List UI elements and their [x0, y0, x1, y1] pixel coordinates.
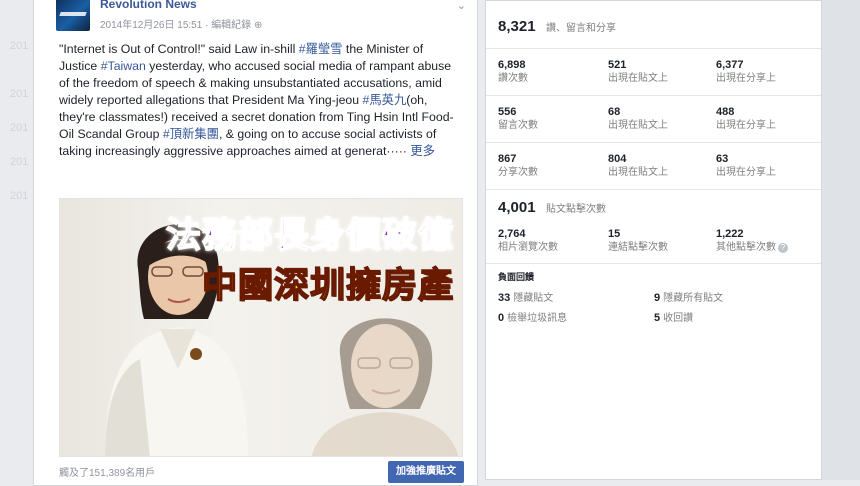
stat-label: 出現在分享上 [716, 73, 776, 84]
photo-views: 2,764 相片瀏覽次數 [498, 228, 598, 254]
hashtag-link[interactable]: #羅瑩雪 [299, 42, 343, 56]
hashtag-link[interactable]: #頂新集團 [163, 127, 219, 141]
background-year-label: 201 [10, 122, 29, 134]
stat-label: 檢舉垃圾訊息 [507, 313, 568, 324]
stat-value: 6,377 [716, 59, 744, 71]
right-gutter [822, 0, 860, 480]
see-more-link[interactable]: 更多 [410, 144, 435, 158]
stat-label: 連結點擊次數 [608, 242, 668, 253]
stat-value: 488 [716, 106, 735, 118]
shares-on-post: 804 出現在貼文上 [608, 153, 708, 179]
stat-value: 1,222 [716, 228, 744, 240]
comments-on-shares: 488 出現在分享上 [716, 106, 816, 132]
stat-value: 33 [498, 292, 511, 304]
link-clicks: 15 連結點擊次數 [608, 228, 708, 254]
stat-value: 521 [608, 59, 627, 71]
help-icon[interactable]: ? [778, 243, 788, 253]
chevron-down-icon[interactable]: ⌄ [457, 0, 466, 12]
stat-value: 5 [654, 312, 661, 324]
post-photo[interactable]: 法務部長身價破億 中國深圳擁房產 [59, 198, 463, 457]
background-year-label: 201 [10, 88, 29, 100]
stat-value: 6,898 [498, 59, 526, 71]
stat-value: 2,764 [498, 228, 526, 240]
stat-label: 出現在分享上 [716, 120, 776, 131]
unlike-page-stat: 5 收回讚 [654, 309, 693, 324]
divider [486, 95, 821, 96]
other-clicks: 1,222 其他點擊次數? [716, 228, 816, 254]
stat-value: 0 [498, 312, 505, 324]
shares-total: 867 分享次數 [498, 153, 598, 179]
comments-total: 556 留言次數 [498, 106, 598, 132]
divider [486, 142, 821, 143]
stat-label: 出現在貼文上 [608, 167, 668, 178]
post-clicks-value: 4,001 [498, 199, 536, 216]
background-year-label: 201 [10, 190, 29, 202]
stat-label: 隱藏所有貼文 [663, 293, 724, 304]
negative-feedback-title: 負面回饋 [498, 272, 535, 282]
likes-on-shares: 6,377 出現在分享上 [716, 59, 816, 85]
likes-total: 6,898 讚次數 [498, 59, 598, 85]
stat-label: 隱藏貼文 [513, 293, 554, 304]
photo-person-faded [311, 318, 459, 456]
report-spam-stat: 0 檢舉垃圾訊息 [498, 309, 567, 324]
divider [486, 48, 821, 49]
stat-label: 分享次數 [498, 167, 538, 178]
shares-on-shares: 63 出現在分享上 [716, 153, 816, 179]
reach-text: 觸及了151,389名用戶 [59, 468, 156, 479]
stat-value: 68 [608, 106, 621, 118]
hide-post-stat: 33 隱藏貼文 [498, 289, 553, 304]
likes-on-post: 521 出現在貼文上 [608, 59, 708, 85]
stat-value: 804 [608, 153, 627, 165]
globe-icon: ⊕ [253, 20, 263, 31]
photo-headline-2: 中國深圳擁房產 [201, 265, 454, 307]
other-clicks-label: 其他點擊次數 [716, 242, 776, 253]
post-date[interactable]: 2014年12月26日 15:51 [100, 20, 202, 31]
stat-label: 出現在分享上 [716, 167, 776, 178]
post-message: "Internet is Out of Control!" said Law i… [59, 41, 459, 160]
stat-label: 相片瀏覽次數 [498, 242, 558, 253]
post-meta: 2014年12月26日 15:51 · 編輯紀錄 ⊕ [100, 16, 262, 31]
post-header: Revolution News 2014年12月26日 15:51 · 編輯紀錄… [56, 0, 466, 35]
hide-all-posts-stat: 9 隱藏所有貼文 [654, 289, 723, 304]
hashtag-link[interactable]: #Taiwan [101, 59, 146, 73]
stat-value: 9 [654, 292, 661, 304]
post-text-part: "Internet is Out of Control!" said Law i… [59, 42, 299, 56]
edit-history-link[interactable]: 編輯紀錄 [211, 20, 251, 31]
photo-headline-1: 法務部長身價破億 [165, 215, 454, 257]
divider [486, 189, 821, 190]
post-insights-panel: 8,321 讚、留言和分享 6,898 讚次數 521 出現在貼文上 6,377… [485, 0, 822, 480]
stat-label: 出現在貼文上 [608, 120, 668, 131]
stat-value: 556 [498, 106, 517, 118]
stat-label: 其他點擊次數? [716, 241, 816, 254]
stat-label: 出現在貼文上 [608, 73, 668, 84]
hashtag-link[interactable]: #馬英九 [363, 93, 407, 107]
comments-on-post: 68 出現在貼文上 [608, 106, 708, 132]
stat-value: 867 [498, 153, 517, 165]
background-year-label: 201 [10, 156, 29, 168]
total-actions-value: 8,321 [498, 18, 536, 35]
stat-value: 15 [608, 228, 621, 240]
divider [486, 263, 821, 264]
stat-label: 讚次數 [498, 73, 528, 84]
total-actions: 8,321 讚、留言和分享 [498, 18, 810, 36]
page-name-link[interactable]: Revolution News [100, 0, 197, 11]
background-year-label: 201 [10, 40, 29, 52]
total-actions-label: 讚、留言和分享 [546, 23, 616, 34]
stat-label: 收回讚 [663, 313, 694, 324]
stat-value: 63 [716, 153, 729, 165]
post-clicks: 4,001 貼文點擊次數 [498, 199, 810, 217]
post-clicks-label: 貼文點擊次數 [546, 204, 606, 215]
post-card: Revolution News 2014年12月26日 15:51 · 編輯紀錄… [33, 0, 478, 486]
stat-label: 留言次數 [498, 120, 538, 131]
page-avatar[interactable] [56, 0, 90, 31]
